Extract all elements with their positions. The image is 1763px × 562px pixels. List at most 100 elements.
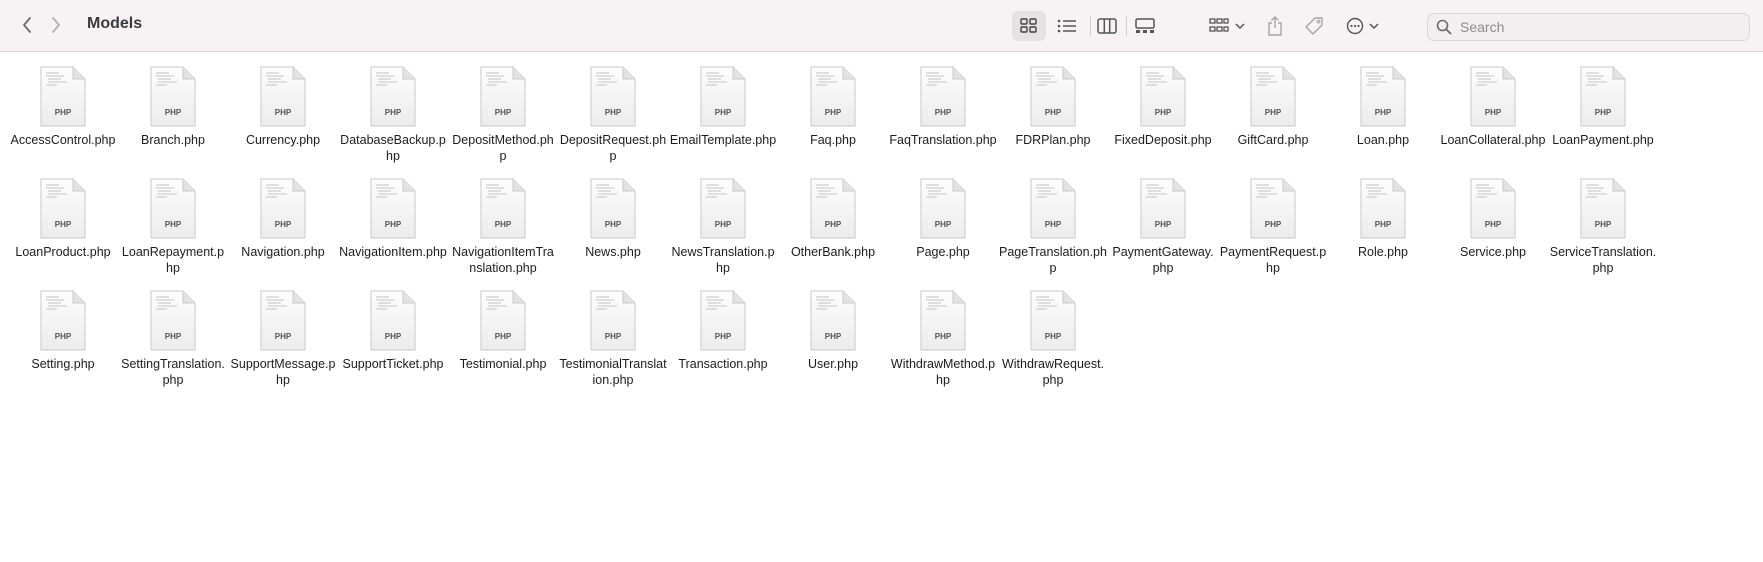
file-item[interactable]: PHP GiftCard.php [1218,66,1328,178]
file-item[interactable]: PHP DatabaseBackup.php [338,66,448,178]
file-type-badge: PHP [274,332,292,341]
file-item[interactable]: PHP Loan.php [1328,66,1438,178]
file-item[interactable]: PHP AccessControl.php [8,66,118,178]
php-document-icon: PHP [699,178,747,240]
file-item[interactable]: PHP WithdrawMethod.php [888,290,998,402]
file-item[interactable]: PHP OtherBank.php [778,178,888,290]
grid-icon [1020,18,1037,33]
file-item[interactable]: PHP DepositMethod.php [448,66,558,178]
file-type-badge: PHP [934,332,952,341]
file-item[interactable]: PHP SupportMessage.php [228,290,338,402]
ellipsis-circle-icon [1346,17,1363,35]
php-document-icon: PHP [1249,178,1297,240]
file-item[interactable]: PHP SupportTicket.php [338,290,448,402]
file-item[interactable]: PHP Currency.php [228,66,338,178]
file-type-badge: PHP [934,108,952,117]
file-item[interactable]: PHP NewsTranslation.php [668,178,778,290]
file-item[interactable]: PHP Testimonial.php [448,290,558,402]
file-item[interactable]: PHP FaqTranslation.php [888,66,998,178]
php-document-icon: PHP [149,66,197,128]
file-item[interactable]: PHP User.php [778,290,888,402]
file-name: FixedDeposit.php [1114,133,1212,147]
file-item[interactable]: PHP Page.php [888,178,998,290]
file-item[interactable]: PHP PageTranslation.php [998,178,1108,290]
file-name: Testimonial.php [459,357,547,371]
file-item[interactable]: PHP FDRPlan.php [998,66,1108,178]
file-name: PaymentGateway.php [1112,245,1214,275]
file-item[interactable]: PHP Navigation.php [228,178,338,290]
file-item[interactable]: PHP News.php [558,178,668,290]
file-item[interactable]: PHP EmailTemplate.php [668,66,778,178]
back-button[interactable] [16,13,38,37]
php-document-icon: PHP [699,290,747,352]
file-grid: PHP AccessControl.php PHP Branch.php PHP… [8,66,1658,402]
file-item[interactable]: PHP TestimonialTranslation.php [558,290,668,402]
gallery-view-button[interactable] [1128,11,1162,41]
file-type-badge: PHP [714,108,732,117]
share-icon [1268,16,1282,36]
file-item[interactable]: PHP PaymentGateway.php [1108,178,1218,290]
php-document-icon: PHP [369,290,417,352]
file-item[interactable]: PHP SettingTranslation.php [118,290,228,402]
file-type-badge: PHP [274,220,292,229]
file-item[interactable]: PHP NavigationItemTranslation.php [448,178,558,290]
file-name: GiftCard.php [1237,133,1309,147]
file-item[interactable]: PHP DepositRequest.php [558,66,668,178]
php-document-icon: PHP [1579,66,1627,128]
share-button[interactable] [1262,11,1288,41]
file-type-badge: PHP [54,332,72,341]
php-document-icon: PHP [1249,66,1297,128]
php-document-icon: PHP [589,66,637,128]
more-actions-button[interactable] [1342,11,1382,41]
php-document-icon: PHP [1139,178,1187,240]
file-type-badge: PHP [604,108,622,117]
php-document-icon: PHP [699,66,747,128]
file-name: WithdrawMethod.php [890,357,996,387]
forward-button[interactable] [45,13,67,37]
file-name: TestimonialTranslation.php [559,357,667,387]
php-document-icon: PHP [479,178,527,240]
gallery-icon [1135,18,1155,33]
search-input[interactable] [1458,18,1742,36]
tag-button[interactable] [1300,11,1328,41]
file-type-badge: PHP [164,108,182,117]
group-by-button[interactable] [1204,11,1250,41]
file-name: Role.php [1357,245,1409,259]
php-document-icon: PHP [479,66,527,128]
column-view-button[interactable] [1090,11,1124,41]
file-item[interactable]: PHP FixedDeposit.php [1108,66,1218,178]
php-document-icon: PHP [589,178,637,240]
file-item[interactable]: PHP Transaction.php [668,290,778,402]
file-type-badge: PHP [494,220,512,229]
group-icon [1209,18,1229,32]
php-document-icon: PHP [39,66,87,128]
file-item[interactable]: PHP LoanPayment.php [1548,66,1658,178]
file-item[interactable]: PHP LoanProduct.php [8,178,118,290]
file-name: DatabaseBackup.php [340,133,446,163]
file-name: DepositMethod.php [452,133,554,163]
file-item[interactable]: PHP Role.php [1328,178,1438,290]
file-item[interactable]: PHP NavigationItem.php [338,178,448,290]
file-item[interactable]: PHP LoanCollateral.php [1438,66,1548,178]
file-name: PaymentRequest.php [1219,245,1327,275]
file-item[interactable]: PHP Service.php [1438,178,1548,290]
file-name: LoanPayment.php [1552,133,1654,147]
file-type-badge: PHP [934,220,952,229]
file-type-badge: PHP [1374,220,1392,229]
search-field[interactable] [1427,13,1750,41]
file-item[interactable]: PHP LoanRepayment.php [118,178,228,290]
file-item[interactable]: PHP ServiceTranslation.php [1548,178,1658,290]
file-type-badge: PHP [1154,220,1172,229]
file-name: LoanProduct.php [15,245,111,259]
file-item[interactable]: PHP Setting.php [8,290,118,402]
file-item[interactable]: PHP PaymentRequest.php [1218,178,1328,290]
php-document-icon: PHP [149,178,197,240]
file-item[interactable]: PHP WithdrawRequest.php [998,290,1108,402]
chevron-down-icon [1235,23,1245,30]
file-type-badge: PHP [824,332,842,341]
icon-view-button[interactable] [1012,11,1046,41]
php-document-icon: PHP [479,290,527,352]
list-view-button[interactable] [1050,11,1084,41]
file-item[interactable]: PHP Branch.php [118,66,228,178]
file-item[interactable]: PHP Faq.php [778,66,888,178]
